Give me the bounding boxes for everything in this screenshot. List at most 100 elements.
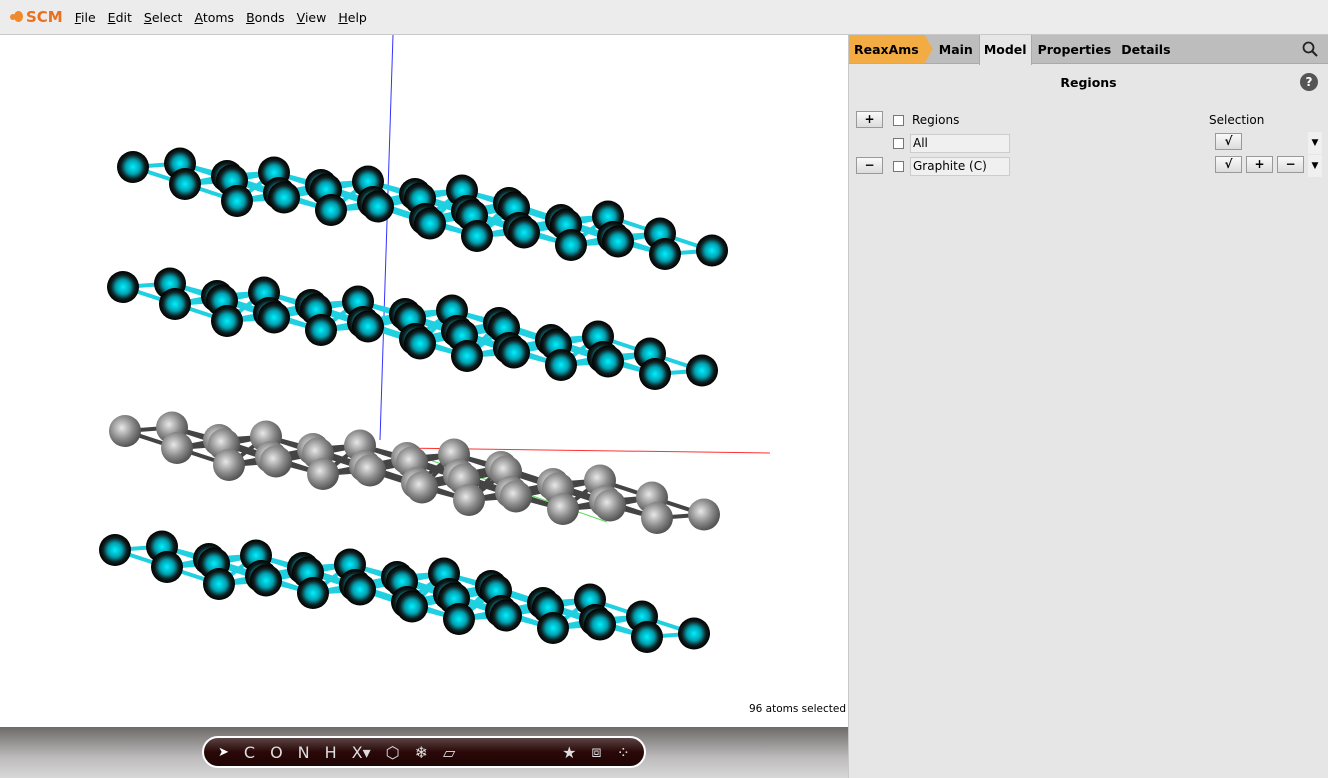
cube-icon[interactable]: ⧈ xyxy=(591,742,601,762)
carbon-atom[interactable] xyxy=(109,415,141,447)
selected-carbon-atom[interactable] xyxy=(584,608,616,641)
selected-carbon-atom[interactable] xyxy=(696,234,728,267)
selected-carbon-atom[interactable] xyxy=(396,590,428,623)
selected-carbon-atom[interactable] xyxy=(169,168,201,200)
selected-carbon-atom[interactable] xyxy=(639,358,671,390)
plane-icon[interactable]: ▱ xyxy=(443,743,455,762)
selected-carbon-atom[interactable] xyxy=(414,207,446,240)
menu-edit[interactable]: Edit xyxy=(108,10,132,25)
region-all-dropdown[interactable]: ▼ xyxy=(1308,132,1322,154)
carbon-atom[interactable] xyxy=(354,454,386,487)
selected-carbon-atom[interactable] xyxy=(443,603,475,635)
tab-details[interactable]: Details xyxy=(1117,35,1174,64)
selected-carbon-atom[interactable] xyxy=(352,310,384,343)
nitrogen-tool[interactable]: N xyxy=(298,743,310,762)
carbon-atom[interactable] xyxy=(406,471,438,504)
carbon-atom[interactable] xyxy=(307,458,339,490)
remove-region-button[interactable]: − xyxy=(856,157,883,174)
tab-bar: ReaxAms Main Model Properties Details xyxy=(849,34,1328,65)
tab-model[interactable]: Model xyxy=(978,34,1032,65)
selected-carbon-atom[interactable] xyxy=(315,194,347,226)
menu-atoms[interactable]: Atoms xyxy=(194,10,234,25)
selected-carbon-atom[interactable] xyxy=(211,305,243,337)
selected-carbon-atom[interactable] xyxy=(602,225,634,258)
search-icon[interactable] xyxy=(1302,41,1318,57)
region-graphite-add-button[interactable]: + xyxy=(1246,156,1273,173)
star-icon[interactable]: ★ xyxy=(562,743,576,762)
panel-title: Regions xyxy=(1060,75,1117,90)
carbon-tool[interactable]: C xyxy=(244,743,255,762)
molecule-viewer[interactable]: 96 atoms selected xyxy=(0,34,848,727)
tab-reaxams[interactable]: ReaxAms xyxy=(849,34,933,64)
other-element-tool[interactable]: X▾ xyxy=(352,743,371,762)
tab-main[interactable]: Main xyxy=(935,35,977,64)
tab-properties[interactable]: Properties xyxy=(1034,35,1116,64)
hydrogen-tool[interactable]: H xyxy=(325,743,337,762)
region-all-name[interactable]: All xyxy=(910,134,1010,153)
selected-carbon-atom[interactable] xyxy=(159,288,191,320)
selection-header: Selection xyxy=(1209,113,1265,127)
menu-select[interactable]: Select xyxy=(144,10,183,25)
selected-carbon-atom[interactable] xyxy=(508,216,540,249)
selected-carbon-atom[interactable] xyxy=(297,577,329,609)
selected-carbon-atom[interactable] xyxy=(451,340,483,372)
region-graphite-checkbox[interactable] xyxy=(893,161,904,172)
molecule-canvas[interactable] xyxy=(0,34,848,727)
selected-carbon-atom[interactable] xyxy=(537,612,569,644)
carbon-atom[interactable] xyxy=(260,445,292,478)
region-all-checkbox[interactable] xyxy=(893,138,904,149)
carbon-atom[interactable] xyxy=(594,489,626,522)
carbon-atom[interactable] xyxy=(213,449,245,481)
regions-checkbox[interactable] xyxy=(893,115,904,126)
carbon-atom[interactable] xyxy=(161,432,193,464)
selected-carbon-atom[interactable] xyxy=(221,185,253,217)
menu-bonds[interactable]: Bonds xyxy=(246,10,285,25)
carbon-atom[interactable] xyxy=(688,498,720,531)
menu-file[interactable]: File xyxy=(75,10,96,25)
selected-carbon-atom[interactable] xyxy=(592,345,624,378)
carbon-atom[interactable] xyxy=(453,484,485,516)
menu-help[interactable]: Help xyxy=(338,10,367,25)
carbon-atom[interactable] xyxy=(547,493,579,525)
bottom-bar: ➤ C O N H X▾ ⬡ ❄ ▱ ★ ⧈ ⁘ xyxy=(0,727,848,778)
selected-carbon-atom[interactable] xyxy=(99,534,131,566)
region-graphite-dropdown[interactable]: ▼ xyxy=(1308,155,1322,177)
selected-carbon-atom[interactable] xyxy=(151,551,183,583)
selected-carbon-atom[interactable] xyxy=(498,336,530,369)
selected-carbon-atom[interactable] xyxy=(362,190,394,223)
selected-carbon-atom[interactable] xyxy=(649,238,681,270)
selected-carbon-atom[interactable] xyxy=(203,568,235,600)
region-graphite-name[interactable]: Graphite (C) xyxy=(910,157,1010,176)
carbon-atom[interactable] xyxy=(641,502,673,534)
menu-view[interactable]: View xyxy=(297,10,327,25)
selected-carbon-atom[interactable] xyxy=(631,621,663,653)
help-icon[interactable]: ? xyxy=(1300,73,1318,91)
selected-carbon-atom[interactable] xyxy=(117,151,149,183)
dots-icon[interactable]: ⁘ xyxy=(617,743,630,762)
hexagon-icon[interactable]: ⬡ xyxy=(386,743,400,762)
selected-carbon-atom[interactable] xyxy=(686,354,718,387)
selected-carbon-atom[interactable] xyxy=(461,220,493,252)
snowflake-icon[interactable]: ❄ xyxy=(415,743,428,762)
region-graphite-remove-button[interactable]: − xyxy=(1277,156,1304,173)
region-graphite-select-button[interactable]: √ xyxy=(1215,156,1242,173)
selected-carbon-atom[interactable] xyxy=(404,327,436,360)
selected-carbon-atom[interactable] xyxy=(678,617,710,650)
selected-carbon-atom[interactable] xyxy=(258,301,290,334)
selected-carbon-atom[interactable] xyxy=(555,229,587,261)
scm-logo: SCM xyxy=(10,8,63,26)
selected-carbon-atom[interactable] xyxy=(490,599,522,632)
selected-carbon-atom[interactable] xyxy=(344,573,376,606)
selected-carbon-atom[interactable] xyxy=(250,564,282,597)
pointer-icon[interactable]: ➤ xyxy=(218,745,229,760)
carbon-atom[interactable] xyxy=(500,480,532,513)
region-all-select-button[interactable]: √ xyxy=(1215,133,1242,150)
regions-header: Regions xyxy=(912,113,960,127)
selected-carbon-atom[interactable] xyxy=(107,271,139,303)
oxygen-tool[interactable]: O xyxy=(270,743,283,762)
add-region-button[interactable]: + xyxy=(856,111,883,128)
selected-carbon-atom[interactable] xyxy=(268,181,300,214)
selected-carbon-atom[interactable] xyxy=(545,349,577,381)
build-toolbar: ➤ C O N H X▾ ⬡ ❄ ▱ ★ ⧈ ⁘ xyxy=(202,736,646,768)
selected-carbon-atom[interactable] xyxy=(305,314,337,346)
